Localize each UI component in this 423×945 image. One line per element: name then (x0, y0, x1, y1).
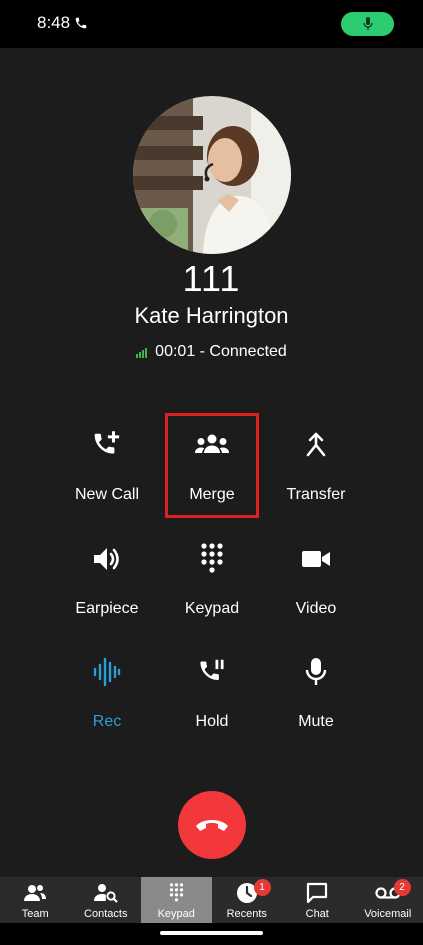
record-label: Rec (92, 713, 122, 730)
keypad-icon (169, 883, 183, 902)
end-call-icon (196, 820, 228, 831)
contacts-search-icon (93, 884, 118, 903)
hold-icon (200, 659, 224, 681)
hold-button[interactable]: Hold (160, 641, 264, 741)
keypad-button[interactable]: Keypad (160, 528, 264, 628)
call-status: 00:01 - Connected (0, 343, 423, 361)
tab-voicemail-label: Voicemail (364, 908, 412, 920)
mute-button[interactable]: Mute (264, 641, 368, 741)
new-call-label: New Call (74, 486, 139, 503)
tab-contacts-label: Contacts (84, 908, 128, 920)
status-time: 8:48 (37, 13, 71, 32)
home-indicator[interactable] (160, 931, 263, 935)
earpiece-label: Earpiece (75, 600, 139, 617)
speaker-icon (94, 548, 119, 570)
record-button[interactable]: Rec (55, 641, 159, 741)
transfer-label: Transfer (286, 486, 346, 503)
video-icon (302, 551, 330, 567)
voicemail-badge: 2 (393, 879, 411, 896)
tab-chat-label: Chat (305, 908, 329, 920)
tab-keypad[interactable]: Keypad (141, 877, 212, 923)
tab-contacts[interactable]: Contacts (71, 877, 142, 923)
tab-chat[interactable]: Chat (282, 877, 353, 923)
end-call-button[interactable] (178, 791, 246, 859)
add-call-icon (94, 431, 120, 454)
status-bar: 8:48 (0, 0, 423, 48)
earpiece-button[interactable]: Earpiece (55, 528, 159, 628)
bottom-tab-bar: Team Contacts Keypad 1 Recents Chat 2 Vo… (0, 877, 423, 923)
mute-label: Mute (298, 713, 334, 730)
tab-team[interactable]: Team (0, 877, 71, 923)
keypad-icon (201, 543, 223, 573)
keypad-label: Keypad (184, 600, 240, 617)
video-label: Video (295, 600, 337, 617)
caller-name: Kate Harrington (134, 303, 289, 328)
transfer-button[interactable]: Transfer (264, 414, 368, 514)
tab-voicemail[interactable]: 2 Voicemail (353, 877, 423, 923)
tab-keypad-label: Keypad (157, 908, 195, 920)
phone-icon (75, 17, 87, 29)
mic-icon (362, 17, 373, 30)
recents-badge: 1 (253, 879, 271, 896)
extension-number: 111 (182, 258, 241, 299)
call-status-text: 00:01 - Connected (155, 343, 287, 360)
record-waveform-icon (93, 657, 121, 687)
tab-recents[interactable]: 1 Recents (212, 877, 283, 923)
caller-avatar (133, 96, 291, 254)
mic-active-indicator[interactable] (341, 12, 394, 36)
tab-recents-label: Recents (226, 908, 267, 920)
merge-highlight-box (165, 413, 259, 518)
transfer-icon (306, 432, 326, 457)
signal-strength-icon (136, 347, 148, 358)
chat-icon (307, 882, 328, 904)
video-button[interactable]: Video (264, 528, 368, 628)
team-icon (24, 885, 47, 901)
mic-icon (305, 658, 327, 685)
hold-label: Hold (195, 713, 229, 730)
tab-team-label: Team (21, 908, 49, 920)
new-call-button[interactable]: New Call (55, 414, 159, 514)
